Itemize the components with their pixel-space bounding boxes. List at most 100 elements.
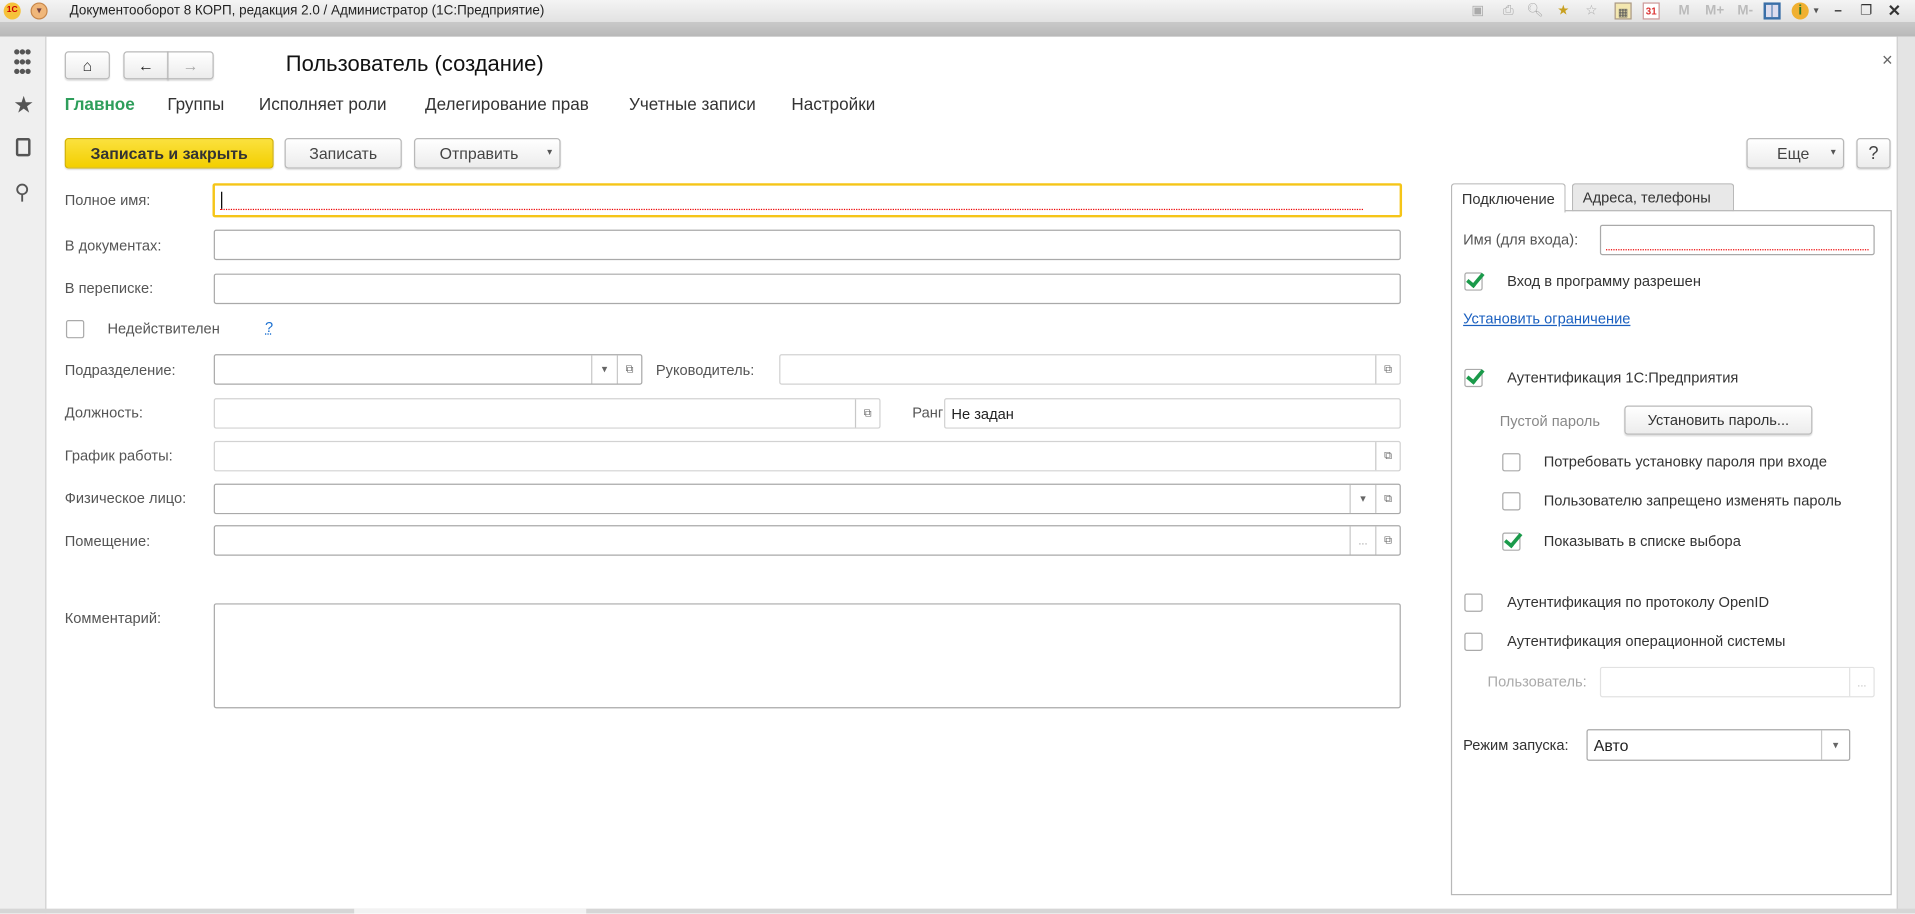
manager-label: Руководитель: <box>655 361 755 379</box>
memory-icon[interactable]: M <box>1676 2 1693 19</box>
empty-password-label: Пустой пароль <box>1499 412 1600 430</box>
required-underline <box>219 208 1363 211</box>
invalid-help-link[interactable]: ? <box>265 319 273 336</box>
in-documents-input[interactable] <box>213 229 1401 261</box>
room-input[interactable]: ... ⧉ <box>213 525 1401 556</box>
login-input[interactable] <box>1599 224 1875 256</box>
tab-accounts[interactable]: Учетные записи <box>629 94 756 114</box>
1c-logo-icon[interactable]: 1С <box>3 2 21 20</box>
minimize-icon[interactable]: – <box>1830 2 1847 19</box>
login-allowed-checkbox[interactable] <box>1464 272 1483 291</box>
select-button[interactable]: ... <box>1349 526 1376 555</box>
chevron-down-icon[interactable]: ▾ <box>1820 730 1849 760</box>
calculator-icon[interactable]: ▦ <box>1614 2 1632 20</box>
position-label: Должность: <box>64 404 144 422</box>
open-icon[interactable]: ⧉ <box>1375 526 1399 555</box>
tab-main[interactable]: Главное <box>65 94 135 114</box>
open-icon[interactable]: ⧉ <box>854 399 879 428</box>
auth-1c-label: Аутентификация 1С:Предприятия <box>1507 368 1739 386</box>
full-name-label: Полное имя: <box>64 191 151 209</box>
login-allowed-label: Вход в программу разрешен <box>1507 272 1701 290</box>
page-title: Пользователь (создание) <box>285 51 544 76</box>
select-button[interactable]: ... <box>1849 668 1873 697</box>
manager-input[interactable]: ⧉ <box>779 354 1401 385</box>
favorites-star-icon[interactable]: ★ <box>13 92 34 120</box>
tab-roles[interactable]: Исполняет роли <box>259 94 387 114</box>
window-title: Документооборот 8 КОРП, редакция 2.0 / А… <box>69 3 545 19</box>
memory-minus-icon[interactable]: M- <box>1733 2 1757 19</box>
forbid-change-checkbox[interactable] <box>1502 492 1521 511</box>
person-label: Физическое лицо: <box>64 489 187 507</box>
history-icon[interactable] <box>15 138 31 157</box>
panels-icon[interactable] <box>1763 2 1781 20</box>
invalid-label: Недействителен <box>107 319 220 338</box>
forbid-change-label: Пользователю запрещено изменять пароль <box>1543 492 1842 510</box>
open-window-tab[interactable] <box>354 908 587 914</box>
calendar-icon[interactable]: 31 <box>1642 2 1660 20</box>
tab-connection[interactable]: Подключение <box>1450 183 1566 213</box>
open-icon[interactable]: ⧉ <box>1375 355 1399 384</box>
restore-icon[interactable]: ❐ <box>1858 2 1875 19</box>
invalid-checkbox[interactable] <box>65 319 85 339</box>
add-favorite-icon[interactable]: ★ <box>1555 2 1572 19</box>
chevron-down-icon: ▾ <box>1830 146 1836 158</box>
set-restriction-link[interactable]: Установить ограничение <box>1463 310 1630 327</box>
department-label: Подразделение: <box>64 361 176 379</box>
close-form-button[interactable]: × <box>1882 50 1893 71</box>
chevron-down-icon[interactable]: ▾ <box>1811 2 1821 19</box>
window-title-bar: 1С ▾ Документооборот 8 КОРП, редакция 2.… <box>0 0 1915 22</box>
open-icon[interactable]: ⧉ <box>1375 484 1399 513</box>
schedule-label: График работы: <box>64 446 173 465</box>
openid-checkbox[interactable] <box>1464 593 1483 612</box>
preview-icon[interactable]: 🔍︎ <box>1527 2 1544 19</box>
tab-groups[interactable]: Группы <box>167 94 224 114</box>
show-in-list-checkbox[interactable] <box>1502 532 1521 551</box>
tab-settings[interactable]: Настройки <box>791 94 875 114</box>
comment-textarea[interactable] <box>213 603 1401 709</box>
more-label: Еще <box>1776 144 1810 163</box>
set-password-button[interactable]: Установить пароль... <box>1624 405 1813 435</box>
chevron-down-icon: ▾ <box>547 146 553 158</box>
launch-mode-select[interactable]: Авто ▾ <box>1586 729 1851 761</box>
require-password-checkbox[interactable] <box>1502 453 1521 472</box>
save-button[interactable]: Записать <box>284 138 402 169</box>
os-auth-checkbox[interactable] <box>1464 632 1483 651</box>
department-input[interactable]: ▾ ⧉ <box>213 354 643 385</box>
tab-delegation[interactable]: Делегирование прав <box>425 94 589 114</box>
dropdown-button[interactable]: ▾ <box>1349 484 1376 513</box>
dropdown-button[interactable]: ▾ <box>591 355 617 384</box>
save-and-close-button[interactable]: Записать и закрыть <box>64 138 274 169</box>
position-input[interactable]: ⧉ <box>213 398 881 429</box>
rank-input[interactable]: Не задан <box>944 398 1401 429</box>
apps-grid-icon[interactable]: ••• ••• ••• <box>13 43 31 82</box>
full-name-input[interactable] <box>212 183 1403 218</box>
back-button[interactable]: ← <box>123 51 169 80</box>
memory-plus-icon[interactable]: M+ <box>1702 2 1726 19</box>
tab-addresses[interactable]: Адреса, телефоны <box>1571 183 1735 212</box>
required-underline <box>1606 249 1869 251</box>
help-button[interactable]: ? <box>1856 138 1891 169</box>
info-icon[interactable]: i <box>1791 2 1809 20</box>
print-icon[interactable]: ⎙ <box>1500 2 1517 19</box>
window-band <box>0 21 1915 37</box>
more-button[interactable]: Еще ▾ <box>1746 138 1845 169</box>
arrow-left-icon: ← <box>138 56 154 75</box>
show-in-list-label: Показывать в списке выбора <box>1543 532 1741 550</box>
auth-1c-checkbox[interactable] <box>1464 368 1483 388</box>
login-label: Имя (для входа): <box>1463 230 1579 248</box>
close-window-icon[interactable]: ✕ <box>1886 2 1903 19</box>
forward-button[interactable]: → <box>167 51 214 80</box>
in-correspondence-input[interactable] <box>213 273 1401 305</box>
schedule-input[interactable]: ⧉ <box>213 440 1401 472</box>
open-icon[interactable]: ⧉ <box>1375 442 1399 471</box>
rank-label: Ранг: <box>912 404 948 422</box>
search-icon[interactable]: ⚲ <box>15 181 30 205</box>
send-button[interactable]: Отправить ▾ <box>414 138 561 169</box>
save-icon[interactable]: ▣ <box>1469 2 1486 19</box>
person-input[interactable]: ▾ ⧉ <box>213 483 1401 515</box>
open-icon[interactable]: ⧉ <box>616 355 641 384</box>
os-user-input[interactable]: ... <box>1599 666 1875 698</box>
favorite-icon[interactable]: ☆ <box>1583 2 1600 19</box>
home-button[interactable]: ⌂ <box>64 51 110 80</box>
main-menu-icon[interactable]: ▾ <box>30 2 48 20</box>
